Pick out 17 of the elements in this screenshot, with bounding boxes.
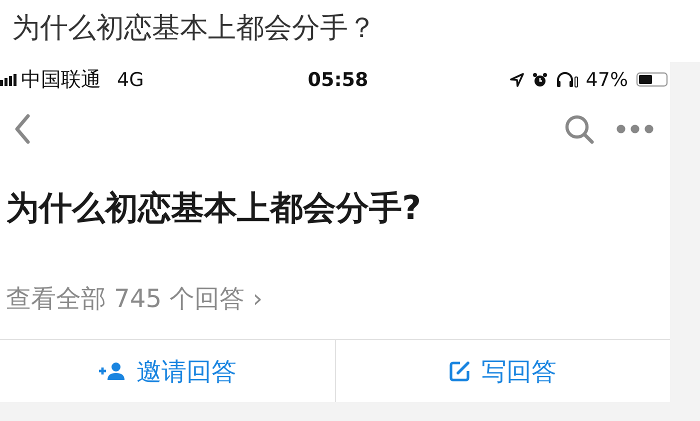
edit-icon: [449, 360, 472, 382]
back-icon[interactable]: [14, 114, 30, 144]
battery-icon: [636, 72, 668, 88]
all-answers-link[interactable]: 查看全部 745 个回答 ›: [6, 282, 263, 315]
battery-percent: 47%: [586, 68, 628, 91]
question-caption: 为什么初恋基本上都会分手？: [12, 10, 376, 46]
question-title: 为什么初恋基本上都会分手?: [6, 187, 422, 230]
headphones-icon: [556, 72, 578, 88]
signal-icon: [0, 74, 17, 86]
search-icon[interactable]: [564, 114, 594, 144]
add-person-icon: [98, 362, 126, 380]
more-icon[interactable]: [616, 124, 654, 134]
location-arrow-icon: [510, 72, 524, 87]
clock-time: 05:58: [308, 68, 368, 91]
alarm-clock-icon: [532, 72, 548, 88]
network-type: 4G: [117, 68, 144, 91]
carrier-name: 中国联通: [21, 66, 101, 94]
